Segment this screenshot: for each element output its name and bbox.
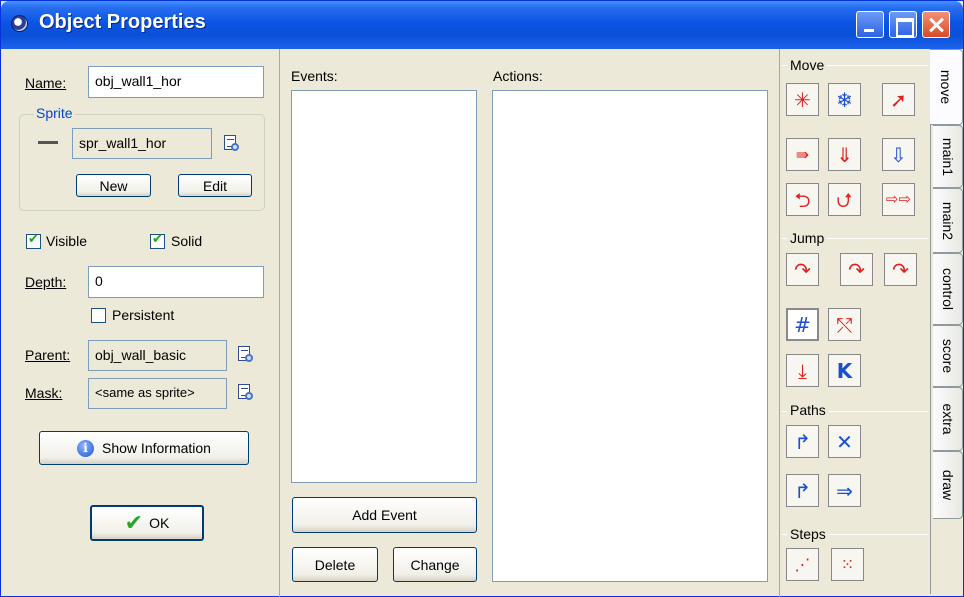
move-section-label: Move bbox=[787, 57, 828, 73]
path-speed-icon[interactable]: ⇒ bbox=[828, 474, 861, 507]
tab-main1-label: main1 bbox=[939, 137, 956, 176]
friction-icon[interactable]: ⇨⇨ bbox=[882, 183, 915, 216]
tab-main1[interactable]: main1 bbox=[933, 125, 963, 188]
jump-section-label: Jump bbox=[787, 230, 828, 246]
visible-label: Visible bbox=[46, 233, 87, 249]
visible-checkbox[interactable] bbox=[26, 232, 41, 249]
tab-extra[interactable]: extra bbox=[933, 387, 963, 451]
info-icon: i bbox=[77, 439, 95, 457]
tab-draw-label: draw bbox=[939, 469, 956, 501]
actions-list[interactable] bbox=[492, 90, 768, 582]
depth-label: Depth: bbox=[25, 274, 67, 290]
solid-checkbox[interactable] bbox=[150, 232, 165, 249]
mask-field[interactable]: <same as sprite> bbox=[88, 378, 227, 409]
parent-browse-icon[interactable] bbox=[237, 346, 255, 364]
tab-control[interactable]: control bbox=[933, 253, 963, 325]
new-sprite-button[interactable]: New bbox=[76, 174, 151, 197]
solid-label: Solid bbox=[171, 233, 203, 249]
paths-section-label: Paths bbox=[787, 402, 829, 418]
add-event-button[interactable]: Add Event bbox=[292, 497, 477, 533]
move-to-contact-icon[interactable]: ⤓ bbox=[786, 354, 819, 387]
wrap-screen-icon[interactable]: ⤲ bbox=[828, 308, 861, 341]
sprite-field[interactable]: spr_wall1_hor bbox=[72, 128, 212, 159]
step-towards-icon[interactable]: ⋰ bbox=[786, 548, 819, 581]
sprite-group-label: Sprite bbox=[34, 105, 75, 121]
align-to-grid-icon[interactable]: # bbox=[786, 308, 819, 341]
events-list[interactable] bbox=[291, 90, 477, 483]
jump-to-start-icon[interactable]: ↷ bbox=[840, 253, 873, 286]
mask-label: Mask: bbox=[25, 385, 63, 401]
persistent-label: Persistent bbox=[112, 307, 175, 323]
maximize-button[interactable] bbox=[889, 11, 917, 38]
move-towards-icon[interactable]: ➚ bbox=[882, 83, 915, 116]
parent-field[interactable]: obj_wall_basic bbox=[88, 340, 227, 371]
checkmark-icon: ✔ bbox=[124, 510, 144, 536]
set-path-icon[interactable]: ↱ bbox=[786, 425, 819, 458]
end-path-icon[interactable]: ✕ bbox=[828, 425, 861, 458]
step-avoiding-icon[interactable]: ⁙ bbox=[831, 548, 864, 581]
mask-browse-icon[interactable] bbox=[237, 384, 255, 402]
sprite-groupbox: Sprite spr_wall1_hor New Edit bbox=[19, 105, 265, 211]
tab-main2-label: main2 bbox=[939, 201, 956, 240]
tab-score-label: score bbox=[939, 338, 956, 374]
name-field[interactable]: obj_wall1_hor bbox=[88, 66, 264, 98]
minimize-button[interactable] bbox=[856, 11, 884, 38]
tab-move-label: move bbox=[938, 69, 954, 105]
path-position-icon[interactable]: ↱ bbox=[786, 474, 819, 507]
reverse-horizontal-icon[interactable]: ⮌ bbox=[786, 183, 819, 216]
tab-panel-border bbox=[930, 49, 931, 594]
move-fixed-icon[interactable]: ✳ bbox=[786, 83, 819, 116]
edit-sprite-button[interactable]: Edit bbox=[178, 174, 252, 197]
left-divider bbox=[279, 49, 280, 597]
tab-control-label: control bbox=[939, 267, 956, 311]
speed-horizontal-icon[interactable]: ⇛ bbox=[786, 138, 819, 171]
title-bar[interactable]: Object Properties bbox=[1, 1, 963, 49]
tab-move[interactable]: move bbox=[930, 49, 963, 125]
jump-to-random-icon[interactable]: ↷ bbox=[884, 253, 917, 286]
ok-button[interactable]: ✔ OK bbox=[90, 505, 204, 541]
bounce-icon[interactable]: K bbox=[828, 354, 861, 387]
jump-to-position-icon[interactable]: ↷ bbox=[786, 253, 819, 286]
events-label: Events: bbox=[291, 68, 338, 84]
close-button[interactable] bbox=[922, 11, 950, 38]
tab-score[interactable]: score bbox=[933, 325, 963, 387]
object-properties-window: Object Properties Name: obj_wall1_hor Sp… bbox=[0, 0, 964, 597]
sprite-browse-icon[interactable] bbox=[223, 135, 241, 153]
delete-event-button[interactable]: Delete bbox=[292, 547, 378, 582]
app-icon bbox=[11, 15, 28, 32]
tab-extra-label: extra bbox=[939, 403, 956, 435]
name-label: Name: bbox=[25, 75, 67, 91]
tab-main2[interactable]: main2 bbox=[933, 188, 963, 253]
reverse-vertical-icon[interactable]: ⮍ bbox=[828, 183, 861, 216]
tab-draw[interactable]: draw bbox=[933, 451, 963, 519]
depth-field[interactable]: 0 bbox=[88, 266, 264, 298]
steps-section-label: Steps bbox=[787, 526, 829, 542]
change-event-button[interactable]: Change bbox=[393, 547, 477, 582]
show-information-button[interactable]: i Show Information bbox=[39, 431, 249, 465]
right-divider bbox=[779, 49, 780, 597]
show-information-label: Show Information bbox=[102, 440, 211, 456]
gravity-icon[interactable]: ⇩ bbox=[882, 138, 915, 171]
move-free-icon[interactable]: ❄ bbox=[828, 83, 861, 116]
actions-label: Actions: bbox=[493, 68, 543, 84]
sprite-preview bbox=[38, 141, 58, 144]
ok-label: OK bbox=[149, 515, 170, 531]
parent-label: Parent: bbox=[25, 347, 71, 363]
speed-vertical-icon[interactable]: ⇓ bbox=[828, 138, 861, 171]
persistent-checkbox[interactable] bbox=[91, 308, 106, 323]
window-title: Object Properties bbox=[39, 11, 206, 33]
